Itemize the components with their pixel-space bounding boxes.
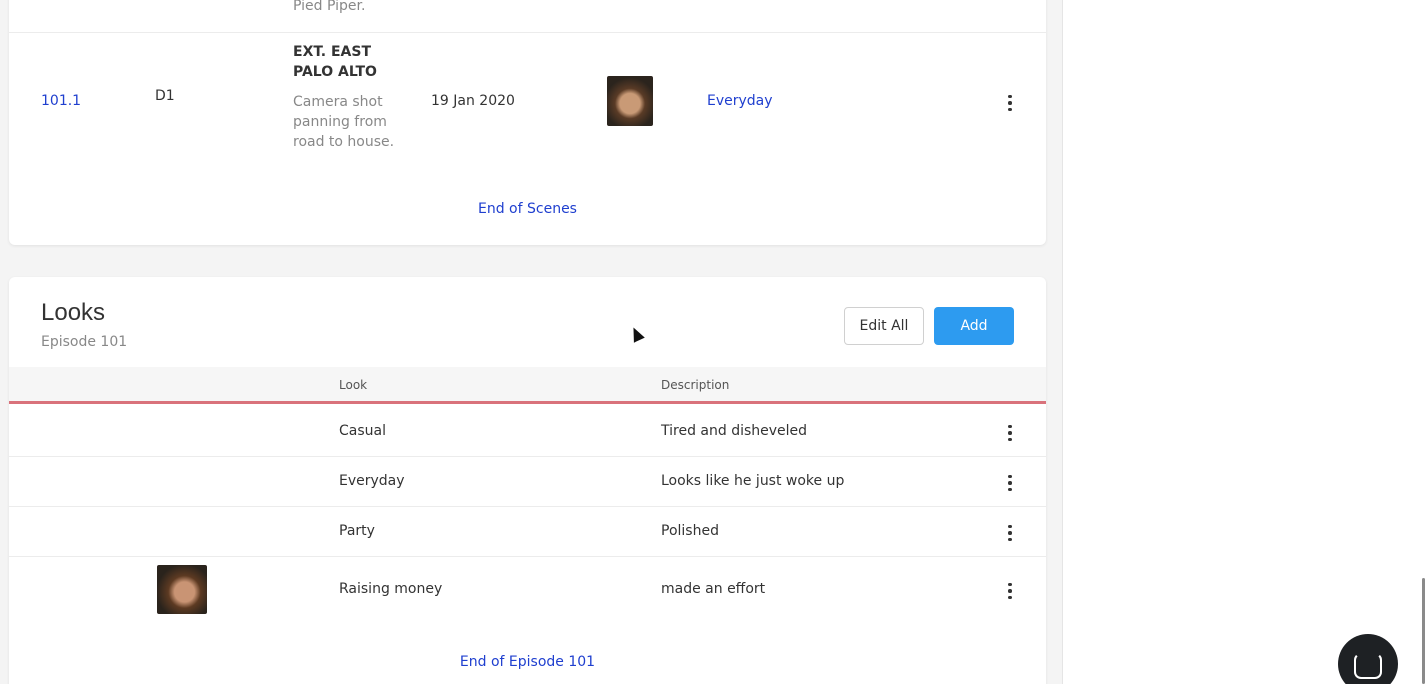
end-of-episode-link[interactable]: End of Episode 101: [9, 654, 1046, 670]
look-name: Casual: [339, 423, 386, 439]
scene-thumbnail[interactable]: [607, 76, 653, 126]
right-panel: [1062, 0, 1425, 684]
scene-heading: EXT. EAST PALO ALTO: [293, 44, 377, 80]
look-thumbnail[interactable]: [157, 565, 207, 614]
main-column: Pied Piper. 101.1 D1 EXT. EAST PALO ALTO…: [0, 0, 1062, 684]
look-description: Polished: [661, 523, 719, 539]
row-divider: [9, 556, 1046, 557]
look-description: Looks like he just woke up: [661, 473, 845, 489]
previous-scene-description: Pied Piper.: [293, 0, 366, 14]
row-divider: [9, 506, 1046, 507]
scene-description: Camera shot panning from road to house.: [293, 94, 395, 150]
scene-look-link[interactable]: Everyday: [707, 93, 773, 109]
scenes-card: Pied Piper. 101.1 D1 EXT. EAST PALO ALTO…: [9, 0, 1046, 245]
look-description: Tired and disheveled: [661, 423, 808, 439]
row-kebab-menu-icon[interactable]: [1000, 423, 1020, 443]
looks-card: Looks Episode 101 Edit All Add Look Desc…: [9, 277, 1046, 684]
edit-all-button[interactable]: Edit All: [844, 307, 924, 345]
look-name: Everyday: [339, 473, 405, 489]
column-header-description[interactable]: Description: [661, 378, 729, 392]
column-header-look[interactable]: Look: [339, 378, 367, 392]
looks-title: Looks: [41, 299, 106, 326]
look-name: Party: [339, 523, 375, 539]
scene-kebab-menu-icon[interactable]: [1000, 93, 1020, 113]
look-name: Raising money: [339, 581, 443, 597]
scene-number-link[interactable]: 101.1: [41, 93, 81, 109]
row-kebab-menu-icon[interactable]: [1000, 581, 1020, 601]
row-divider: [9, 456, 1046, 457]
looks-subtitle: Episode 101: [41, 334, 128, 350]
chat-icon: [1354, 653, 1382, 679]
add-look-button[interactable]: Add: [934, 307, 1014, 345]
looks-table-header: Look Description: [9, 367, 1046, 404]
end-of-scenes-link[interactable]: End of Scenes: [9, 201, 1046, 217]
scene-day: D1: [155, 88, 175, 104]
scene-date: 19 Jan 2020: [431, 93, 515, 109]
row-kebab-menu-icon[interactable]: [1000, 473, 1020, 493]
look-description: made an effort: [661, 581, 766, 597]
row-kebab-menu-icon[interactable]: [1000, 523, 1020, 543]
row-divider: [9, 32, 1046, 33]
